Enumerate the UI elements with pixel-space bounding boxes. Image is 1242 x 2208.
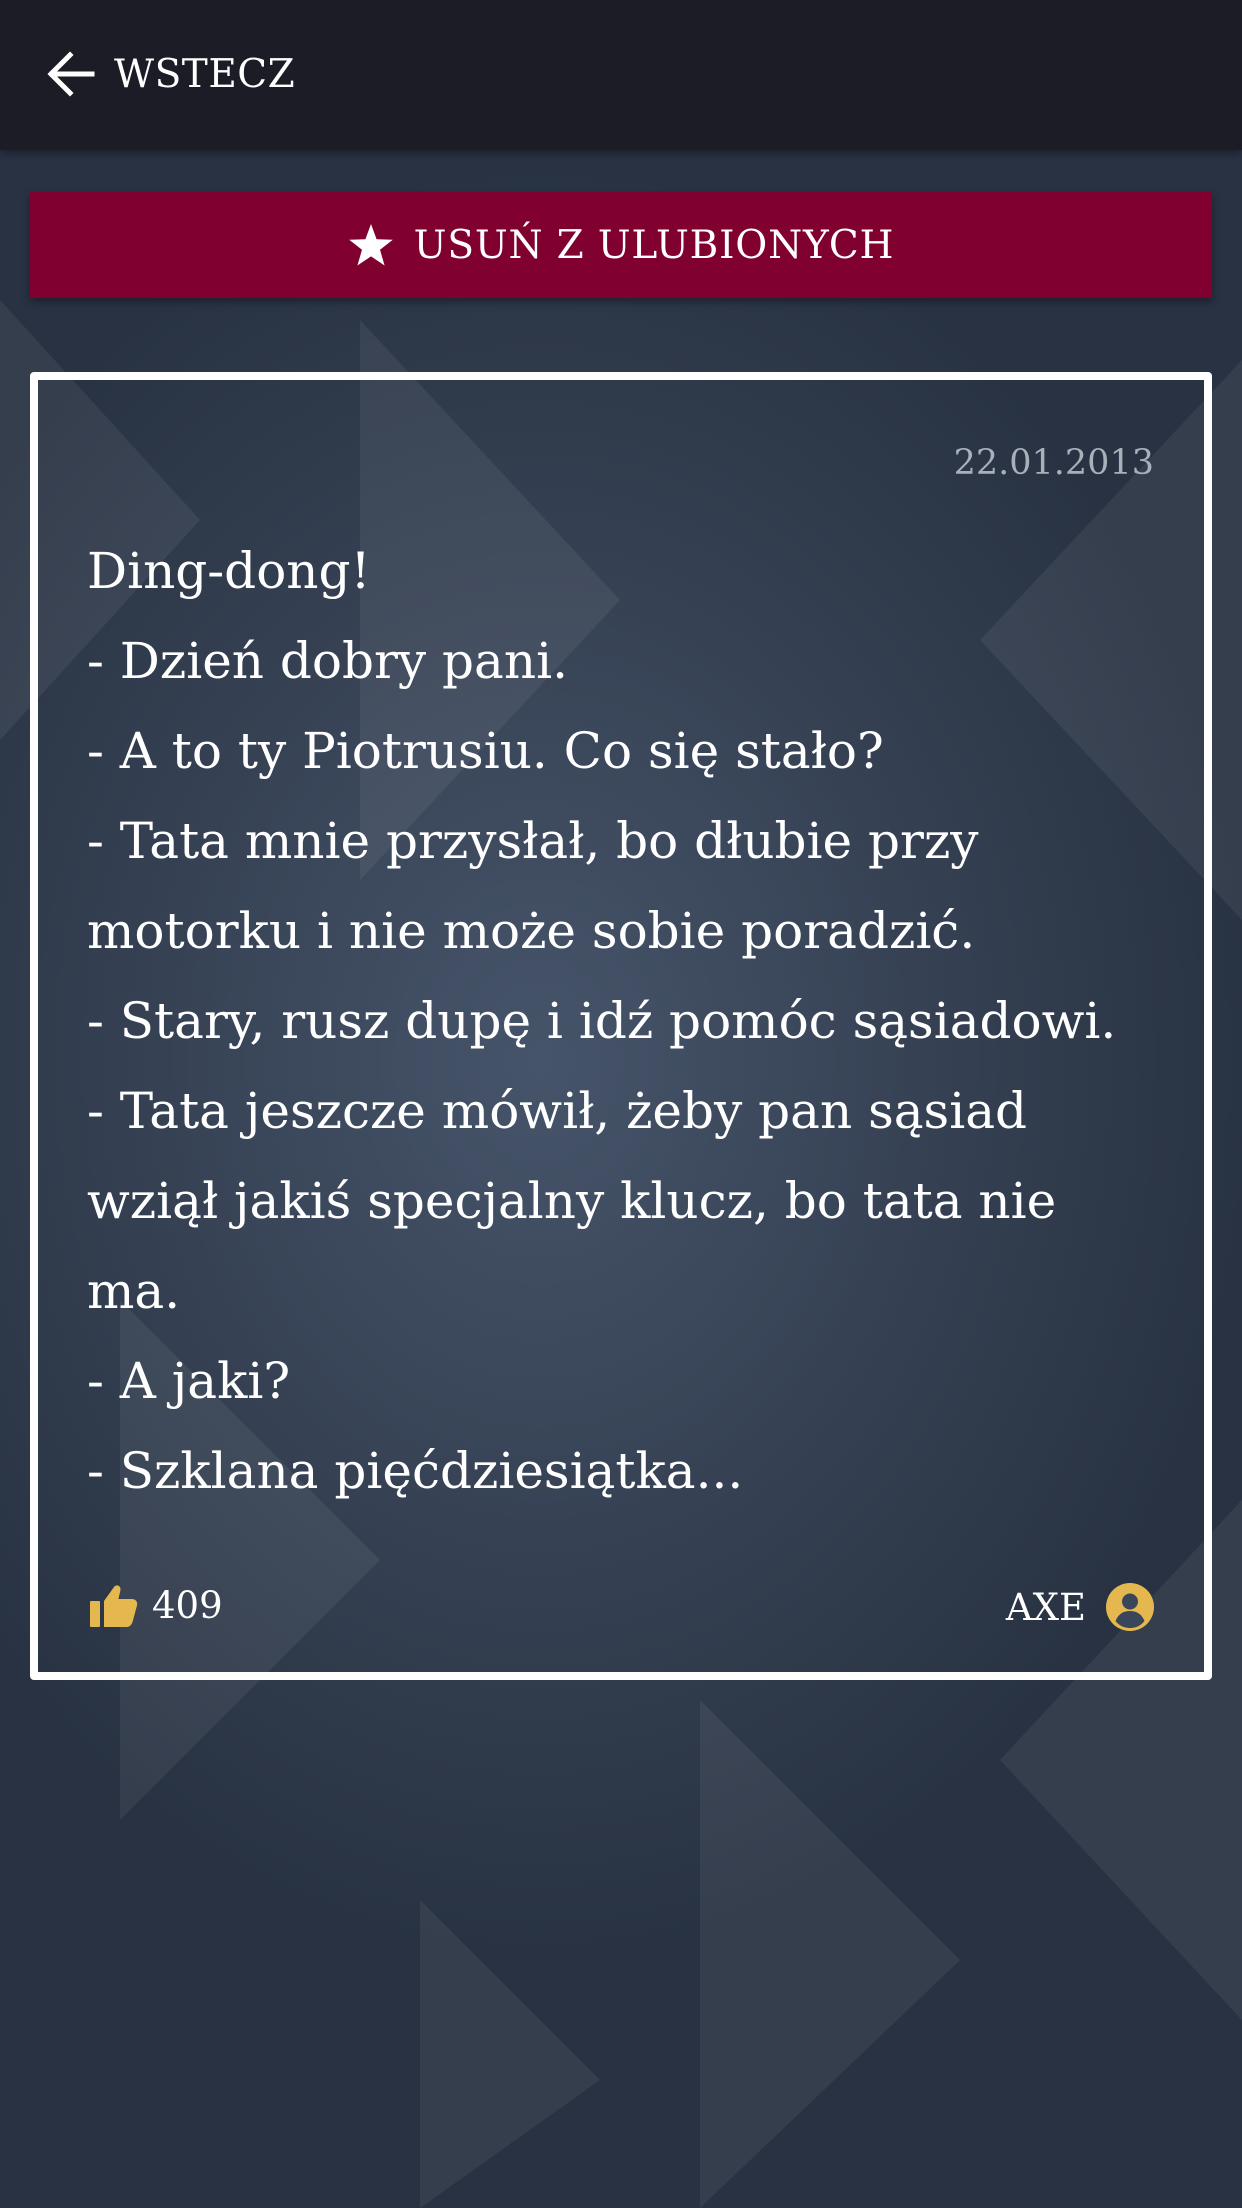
likes-count: 409 [152, 1583, 223, 1627]
arrow-left-icon [46, 51, 96, 97]
like-button[interactable]: 409 [90, 1583, 223, 1627]
author-name: AXE [1005, 1585, 1086, 1629]
back-button[interactable]: WSTECZ [46, 40, 295, 108]
top-bar: WSTECZ [0, 0, 1242, 150]
remove-from-favorites-button[interactable]: USUŃ Z ULUBIONYCH [30, 192, 1212, 298]
joke-line: wziął jakiś specjalny klucz, bo tata nie [87, 1172, 1057, 1230]
joke-line: - Stary, rusz dupę i idź pomóc sąsiadowi… [87, 992, 1117, 1050]
joke-line: - A jaki? [87, 1352, 291, 1410]
user-circle-icon [1106, 1583, 1154, 1631]
joke-line: motorku i nie może sobie poradzić. [87, 902, 976, 960]
joke-line: Ding-dong! [87, 542, 371, 600]
joke-date: 22.01.2013 [953, 443, 1154, 483]
joke-line: - Tata jeszcze mówił, żeby pan sąsiad [87, 1082, 1028, 1140]
joke-line: - Szklana pięćdziesiątka... [87, 1442, 744, 1500]
joke-text: Ding-dong! - Dzień dobry pani. - A to ty… [87, 526, 1167, 1516]
author[interactable]: AXE [1006, 1583, 1154, 1631]
joke-line: - Tata mnie przysłał, bo dłubie przy [87, 812, 979, 870]
joke-line: ma. [87, 1262, 181, 1320]
star-icon [348, 223, 414, 267]
joke-card: 22.01.2013 Ding-dong! - Dzień dobry pani… [30, 372, 1212, 1680]
joke-line: - A to ty Piotrusiu. Co się stało? [87, 722, 884, 780]
joke-line: - Dzień dobry pani. [87, 632, 568, 690]
thumbs-up-icon [90, 1583, 138, 1627]
remove-from-favorites-label: USUŃ Z ULUBIONYCH [413, 222, 895, 268]
back-label: WSTECZ [114, 51, 296, 97]
